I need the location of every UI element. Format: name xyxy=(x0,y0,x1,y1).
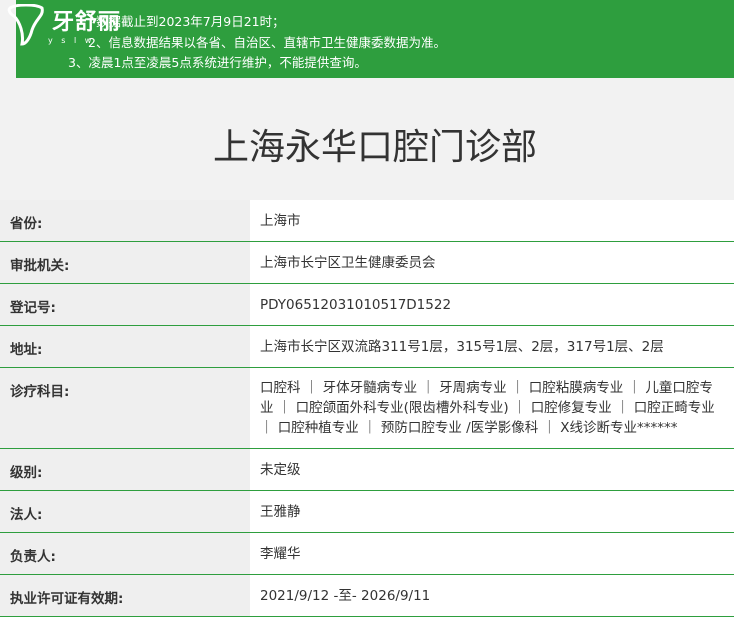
page-title: 上海永华口腔门诊部 xyxy=(212,127,537,168)
row-label: 登记号: xyxy=(0,284,250,325)
row-label: 级别: xyxy=(0,449,250,490)
table-row-departments: 诊疗科目: 口腔科 ｜ 牙体牙髓病专业 ｜ 牙周病专业 ｜ 口腔粘膜病专业 ｜ … xyxy=(0,368,734,449)
table-row-registration-number: 登记号: PDY06512031010517D1522 xyxy=(0,284,734,326)
row-label: 审批机关: xyxy=(0,242,250,283)
row-value: 未定级 xyxy=(250,449,734,490)
row-value: 上海市 xyxy=(250,200,734,241)
row-value: 上海市长宁区双流路311号1层，315号1层、2层，317号1层、2层 xyxy=(250,326,734,367)
logo-sub-text: y s l w xyxy=(48,36,95,45)
row-label: 诊疗科目: xyxy=(0,368,250,448)
row-label: 法人: xyxy=(0,491,250,532)
row-value: 2021/9/12 -至- 2026/9/11 xyxy=(250,575,734,616)
row-label: 执业许可证有效期: xyxy=(0,575,250,616)
notice-line-3: 3、凌晨1点至凌晨5点系统进行维护，不能提供查询。 xyxy=(68,55,367,70)
row-value: 王雅静 xyxy=(250,491,734,532)
table-row-approval-authority: 审批机关: 上海市长宁区卫生健康委员会 xyxy=(0,242,734,284)
table-row-level: 级别: 未定级 xyxy=(0,449,734,491)
info-table: 省份: 上海市 审批机关: 上海市长宁区卫生健康委员会 登记号: PDY0651… xyxy=(0,200,734,617)
row-value: PDY06512031010517D1522 xyxy=(250,284,734,325)
logo-brand-text: 牙舒丽 xyxy=(52,9,122,35)
logo: 牙舒丽 y s l w xyxy=(0,0,130,48)
table-row-province: 省份: 上海市 xyxy=(0,200,734,242)
row-label: 负责人: xyxy=(0,533,250,574)
table-row-license-validity: 执业许可证有效期: 2021/9/12 -至- 2026/9/11 xyxy=(0,575,734,617)
row-label: 省份: xyxy=(0,200,250,241)
row-value: 上海市长宁区卫生健康委员会 xyxy=(250,242,734,283)
row-value: 李耀华 xyxy=(250,533,734,574)
row-value: 口腔科 ｜ 牙体牙髓病专业 ｜ 牙周病专业 ｜ 口腔粘膜病专业 ｜ 儿童口腔专业… xyxy=(250,368,734,448)
table-row-address: 地址: 上海市长宁区双流路311号1层，315号1层、2层，317号1层、2层 xyxy=(0,326,734,368)
table-row-legal-person: 法人: 王雅静 xyxy=(0,491,734,533)
row-label: 地址: xyxy=(0,326,250,367)
notice-line-2: 2、信息数据结果以各省、自治区、直辖市卫生健康委数据为准。 xyxy=(88,35,446,50)
table-row-person-in-charge: 负责人: 李耀华 xyxy=(0,533,734,575)
tooth-logo-icon xyxy=(7,4,44,46)
